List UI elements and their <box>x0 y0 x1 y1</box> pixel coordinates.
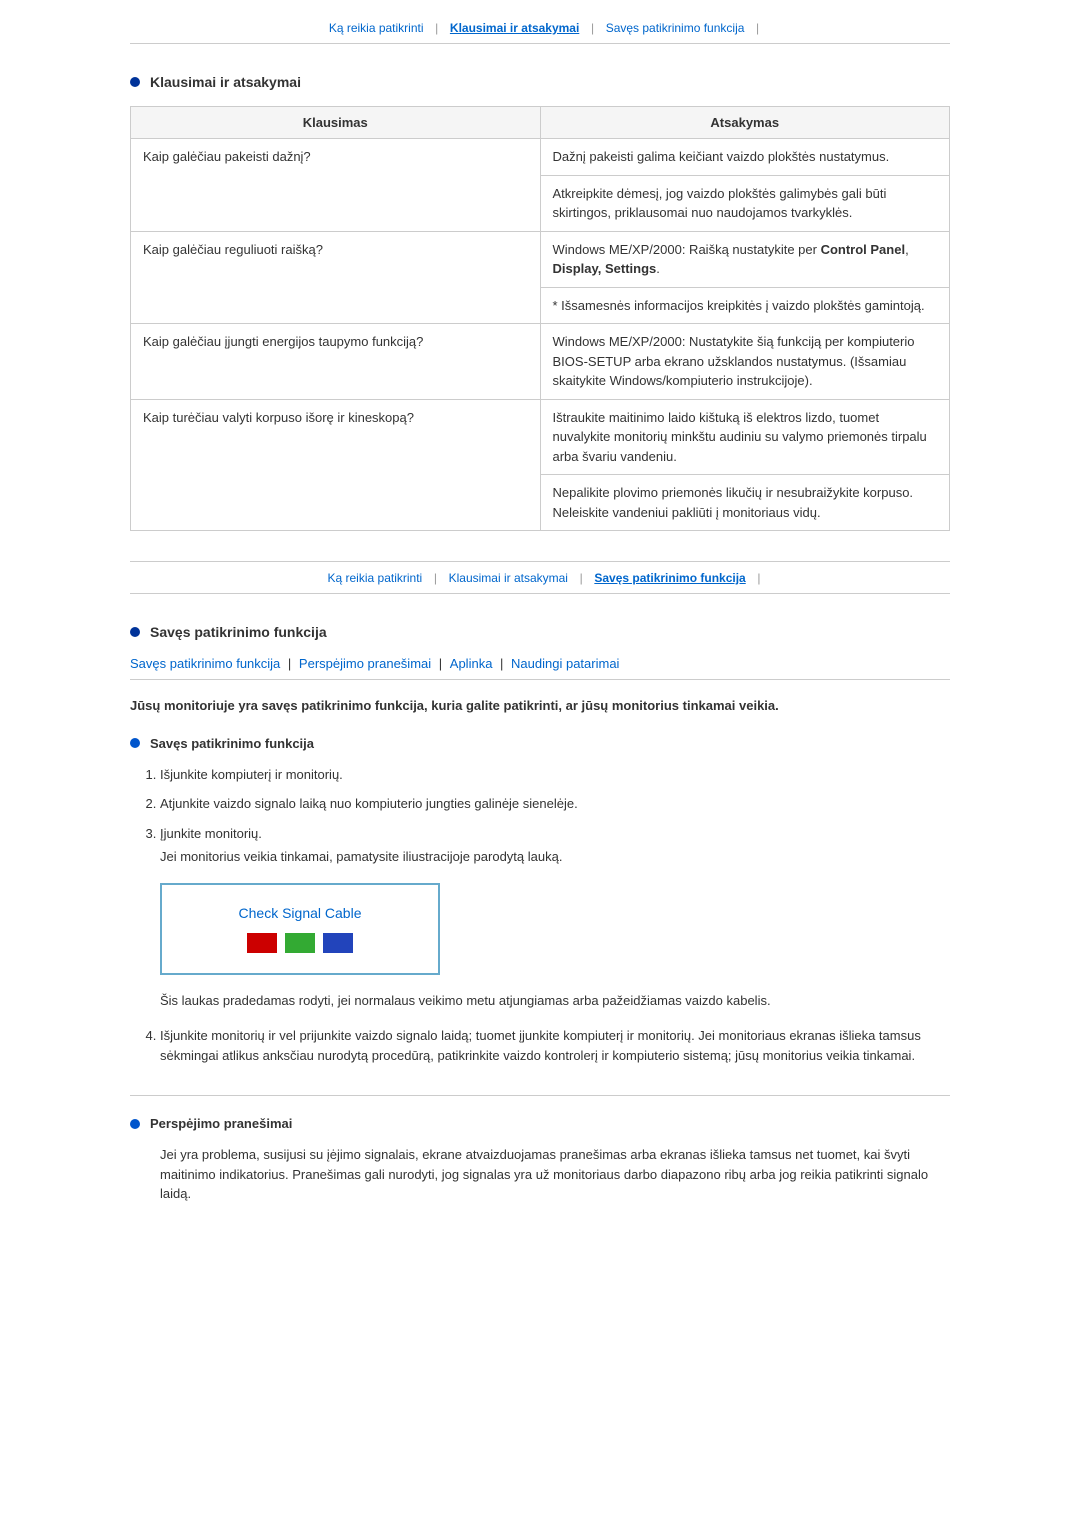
table-col2-header: Atsakymas <box>540 107 950 139</box>
table-question-3: Kaip turėčiau valyti korpuso išorę ir ki… <box>131 399 541 531</box>
intro-text: Jūsų monitoriuje yra savęs patikrinimo f… <box>130 696 950 716</box>
sub-nav-item-3[interactable]: Naudingi patarimai <box>511 656 619 671</box>
selftest-section: Savęs patikrinimo funkcija Savęs patikri… <box>130 624 950 1204</box>
subsection2-bullet <box>130 1119 140 1129</box>
table-answer-2-0: Windows ME/XP/2000: Nustatykite šią funk… <box>540 324 950 400</box>
mid-nav-item-0[interactable]: Ką reikia patikrinti <box>328 571 423 585</box>
warning-section: Perspėjimo pranešimai Jei yra problema, … <box>130 1095 950 1204</box>
color-bar-red <box>247 933 277 953</box>
top-navigation: Ką reikia patikrinti | Klausimai ir atsa… <box>130 20 950 44</box>
section1-title: Klausimai ir atsakymai <box>150 74 301 90</box>
sub-nav-item-0[interactable]: Savęs patikrinimo funkcija <box>130 656 280 671</box>
step-3: Įjunkite monitorių. Jei monitorius veiki… <box>160 824 950 867</box>
step-1: Išjunkite kompiuterį ir monitorių. <box>160 765 950 785</box>
sub-nav-item-2[interactable]: Aplinka <box>450 656 493 671</box>
top-nav-item-1[interactable]: Klausimai ir atsakymai <box>450 21 579 35</box>
signal-cable-title: Check Signal Cable <box>192 905 408 921</box>
table-answer-3-1: Nepalikite plovimo priemonės likučių ir … <box>540 475 950 531</box>
table-question-1: Kaip galėčiau reguliuoti raišką? <box>131 231 541 324</box>
note-text: Šis laukas pradedamas rodyti, jei normal… <box>160 991 950 1011</box>
signal-cable-box: Check Signal Cable <box>160 883 440 975</box>
step-2: Atjunkite vaizdo signalo laiką nuo kompi… <box>160 794 950 814</box>
color-bars <box>192 933 408 953</box>
top-nav-item-2[interactable]: Savęs patikrinimo funkcija <box>606 21 745 35</box>
table-answer-3-0: Ištraukite maitinimo laido kištuką iš el… <box>540 399 950 475</box>
subsection1-title: Savęs patikrinimo funkcija <box>150 736 314 751</box>
mid-nav-item-2[interactable]: Savęs patikrinimo funkcija <box>594 571 745 585</box>
color-bar-blue <box>323 933 353 953</box>
section2-header: Savęs patikrinimo funkcija <box>130 624 950 640</box>
table-answer-0-0: Dažnį pakeisti galima keičiant vaizdo pl… <box>540 139 950 176</box>
subsection2-title: Perspėjimo pranešimai <box>150 1116 292 1131</box>
qa-table: Klausimas Atsakymas Kaip galėčiau pakeis… <box>130 106 950 531</box>
section2-title: Savęs patikrinimo funkcija <box>150 624 327 640</box>
sub-navigation: Savęs patikrinimo funkcija | Perspėjimo … <box>130 656 950 680</box>
mid-nav-item-1[interactable]: Klausimai ir atsakymai <box>449 571 568 585</box>
subsection1-bullet <box>130 738 140 748</box>
sub-nav-item-1[interactable]: Perspėjimo pranešimai <box>299 656 431 671</box>
mid-navigation: Ką reikia patikrinti | Klausimai ir atsa… <box>130 561 950 594</box>
table-question-0: Kaip galėčiau pakeisti dažnį? <box>131 139 541 232</box>
table-question-2: Kaip galėčiau įjungti energijos taupymo … <box>131 324 541 400</box>
table-answer-1-0: Windows ME/XP/2000: Raišką nustatykite p… <box>540 231 950 287</box>
top-nav-item-0[interactable]: Ką reikia patikrinti <box>329 21 424 35</box>
section1-bullet <box>130 77 140 87</box>
warning-text: Jei yra problema, susijusi su įėjimo sig… <box>160 1145 950 1204</box>
step4-list: Išjunkite monitorių ir vel prijunkite va… <box>160 1026 950 1065</box>
steps-list: Išjunkite kompiuterį ir monitorių. Atjun… <box>160 765 950 867</box>
color-bar-green <box>285 933 315 953</box>
subsection1-header: Savęs patikrinimo funkcija <box>130 736 950 751</box>
section1-header: Klausimai ir atsakymai <box>130 74 950 90</box>
table-col1-header: Klausimas <box>131 107 541 139</box>
step-4: Išjunkite monitorių ir vel prijunkite va… <box>160 1026 950 1065</box>
subsection2-header: Perspėjimo pranešimai <box>130 1116 950 1131</box>
table-answer-1-1: * Išsamesnės informacijos kreipkitės į v… <box>540 287 950 324</box>
table-answer-0-1: Atkreipkite dėmesį, jog vaizdo plokštės … <box>540 175 950 231</box>
section2-bullet <box>130 627 140 637</box>
